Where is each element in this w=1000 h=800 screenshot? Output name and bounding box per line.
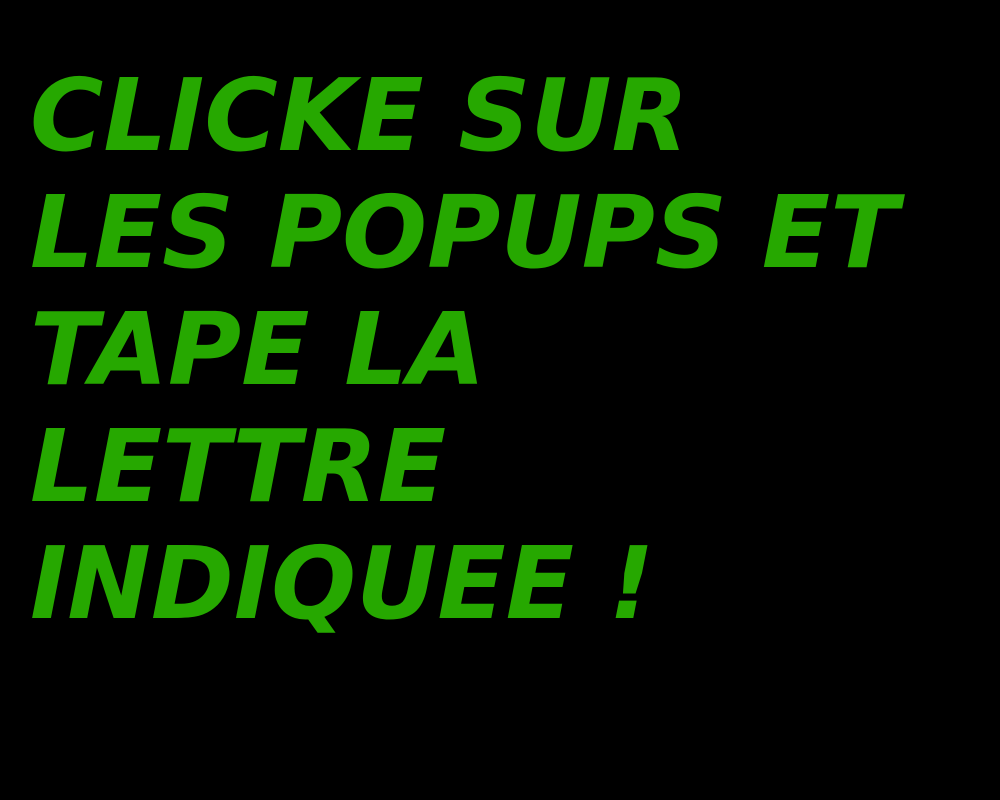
instruction-line-2: LES POPUPS ET	[30, 174, 899, 291]
instruction-line-4: LETTRE	[30, 408, 447, 525]
instruction-line-5: INDIQUEE !	[30, 525, 655, 642]
instruction-text: CLICKE SUR LES POPUPS ET TAPE LA LETTRE …	[30, 57, 898, 642]
instruction-line-3: TAPE LA	[30, 291, 486, 408]
game-screen: CLICKE SUR LES POPUPS ET TAPE LA LETTRE …	[0, 0, 1000, 800]
instruction-line-1: CLICKE SUR	[30, 57, 689, 174]
